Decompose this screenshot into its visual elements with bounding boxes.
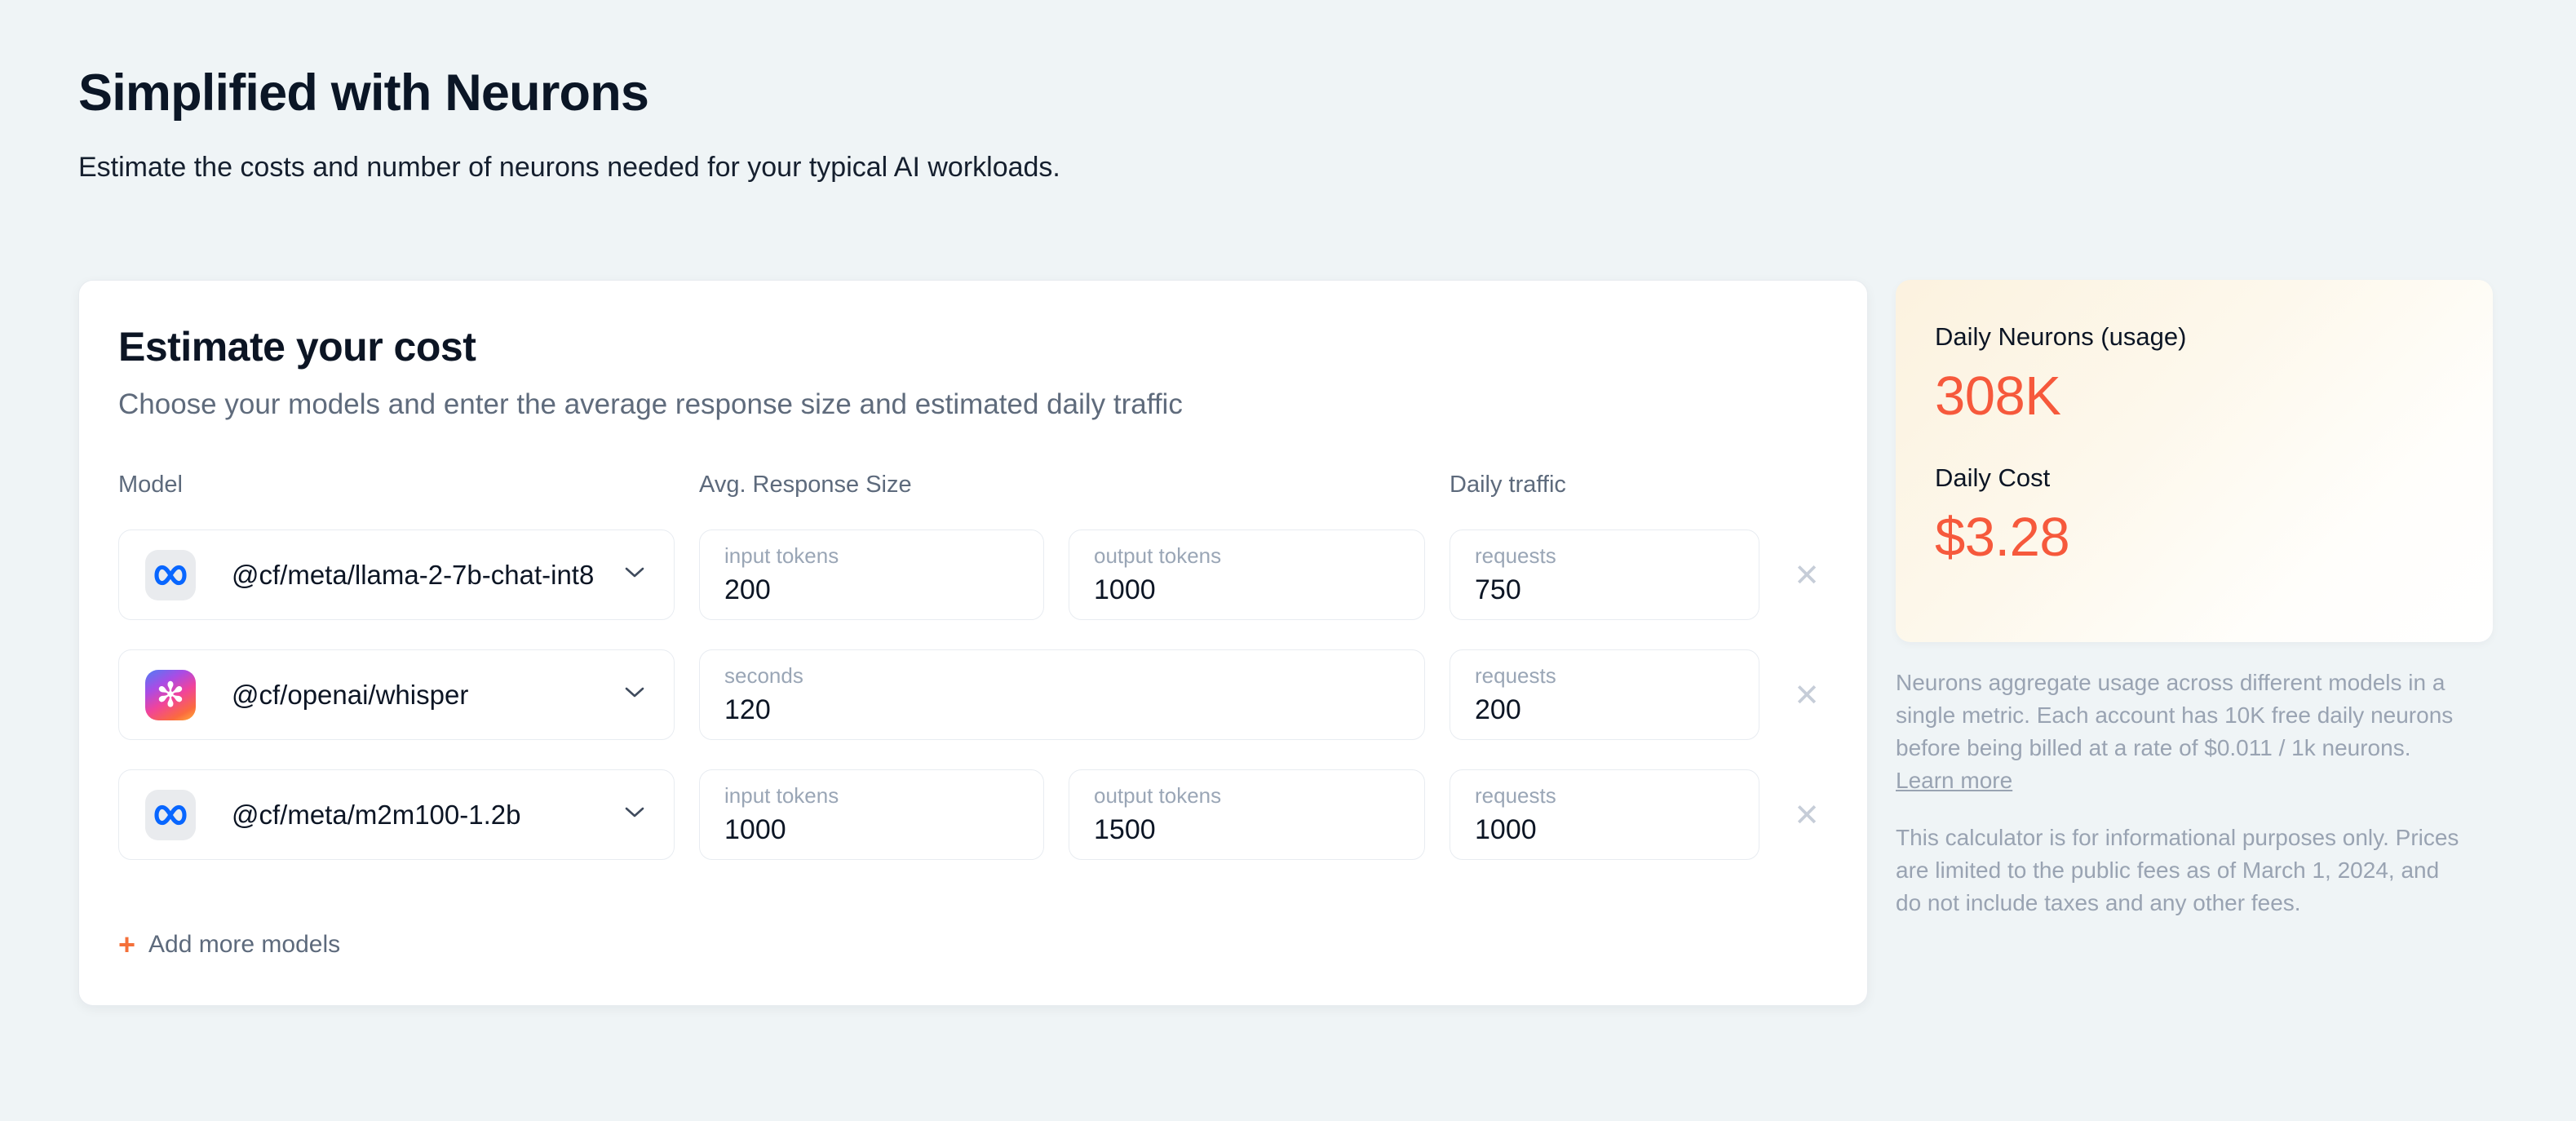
field-label: requests <box>1475 543 1556 568</box>
add-more-models-button[interactable]: + Add more models <box>118 930 340 959</box>
output-tokens-field[interactable]: output tokens <box>1069 769 1425 860</box>
chevron-down-icon <box>625 807 644 822</box>
column-headers: Model Avg. Response Size Daily traffic <box>118 472 1828 498</box>
plus-icon: + <box>118 928 136 961</box>
daily-cost-label: Daily Cost <box>1935 463 2051 492</box>
requests-input[interactable] <box>1475 574 1734 606</box>
column-header-avg-response: Avg. Response Size <box>699 472 912 498</box>
learn-more-link[interactable]: Learn more <box>1896 768 2012 793</box>
model-name: @cf/openai/whisper <box>232 679 469 710</box>
field-label: input tokens <box>724 783 839 808</box>
add-more-models-label: Add more models <box>148 931 341 958</box>
input-tokens-input[interactable] <box>724 574 1019 606</box>
page-header: Simplified with Neurons Estimate the cos… <box>78 64 2498 184</box>
field-label: output tokens <box>1094 783 1222 808</box>
model-row-llama: @cf/meta/llama-2-7b-chat-int8 input toke… <box>118 529 1828 620</box>
seconds-input[interactable] <box>724 694 1400 726</box>
input-tokens-input[interactable] <box>724 814 1019 846</box>
field-label: input tokens <box>724 543 839 568</box>
output-tokens-field[interactable]: output tokens <box>1069 529 1425 620</box>
openai-icon: ✻ <box>145 669 196 720</box>
remove-model-button[interactable]: ✕ <box>1784 800 1830 831</box>
estimate-cost-card: Estimate your cost Choose your models an… <box>78 280 1868 1006</box>
model-select-llama[interactable]: @cf/meta/llama-2-7b-chat-int8 <box>118 529 675 620</box>
model-row-m2m100: @cf/meta/m2m100-1.2b input tokens output… <box>118 769 1828 860</box>
requests-input[interactable] <box>1475 694 1734 726</box>
output-tokens-input[interactable] <box>1094 574 1400 606</box>
card-title: Estimate your cost <box>118 324 476 370</box>
input-tokens-field[interactable]: input tokens <box>699 769 1044 860</box>
field-label: requests <box>1475 663 1556 688</box>
neurons-explainer-text: Neurons aggregate usage across different… <box>1896 670 2454 761</box>
page-subtitle: Estimate the costs and number of neurons… <box>78 152 1060 183</box>
seconds-field[interactable]: seconds <box>699 649 1425 740</box>
daily-neurons-value: 308K <box>1935 366 2061 427</box>
requests-field[interactable]: requests <box>1450 649 1759 740</box>
model-name: @cf/meta/llama-2-7b-chat-int8 <box>232 559 595 590</box>
content-row: Estimate your cost Choose your models an… <box>78 280 2498 1006</box>
input-tokens-field[interactable]: input tokens <box>699 529 1044 620</box>
model-select-m2m100[interactable]: @cf/meta/m2m100-1.2b <box>118 769 675 860</box>
daily-cost-value: $3.28 <box>1935 507 2070 568</box>
requests-input[interactable] <box>1475 814 1734 846</box>
model-select-whisper[interactable]: ✻ @cf/openai/whisper <box>118 649 675 740</box>
remove-model-button[interactable]: ✕ <box>1784 680 1830 711</box>
output-tokens-input[interactable] <box>1094 814 1400 846</box>
field-label: requests <box>1475 783 1556 808</box>
requests-field[interactable]: requests <box>1450 529 1759 620</box>
neurons-explainer-note: Neurons aggregate usage across different… <box>1896 667 2467 797</box>
remove-model-button[interactable]: ✕ <box>1784 560 1830 591</box>
meta-icon <box>145 789 196 840</box>
field-label: seconds <box>724 663 803 688</box>
chevron-down-icon <box>625 567 644 583</box>
column-header-daily-traffic: Daily traffic <box>1450 472 1566 498</box>
card-subtitle: Choose your models and enter the average… <box>118 388 1183 420</box>
meta-icon <box>145 549 196 600</box>
summary-card: Daily Neurons (usage) 308K Daily Cost $3… <box>1896 280 2493 642</box>
model-row-whisper: ✻ @cf/openai/whisper seconds requests ✕ <box>118 649 1828 740</box>
model-name: @cf/meta/m2m100-1.2b <box>232 799 521 830</box>
daily-neurons-label: Daily Neurons (usage) <box>1935 322 2187 351</box>
requests-field[interactable]: requests <box>1450 769 1759 860</box>
disclaimer-note: This calculator is for informational pur… <box>1896 825 2459 916</box>
summary-column: Daily Neurons (usage) 308K Daily Cost $3… <box>1896 280 2493 919</box>
neurons-calculator-page: Simplified with Neurons Estimate the cos… <box>0 0 2576 1006</box>
column-header-model: Model <box>118 472 183 498</box>
chevron-down-icon <box>625 687 644 702</box>
field-label: output tokens <box>1094 543 1222 568</box>
page-title: Simplified with Neurons <box>78 64 649 122</box>
